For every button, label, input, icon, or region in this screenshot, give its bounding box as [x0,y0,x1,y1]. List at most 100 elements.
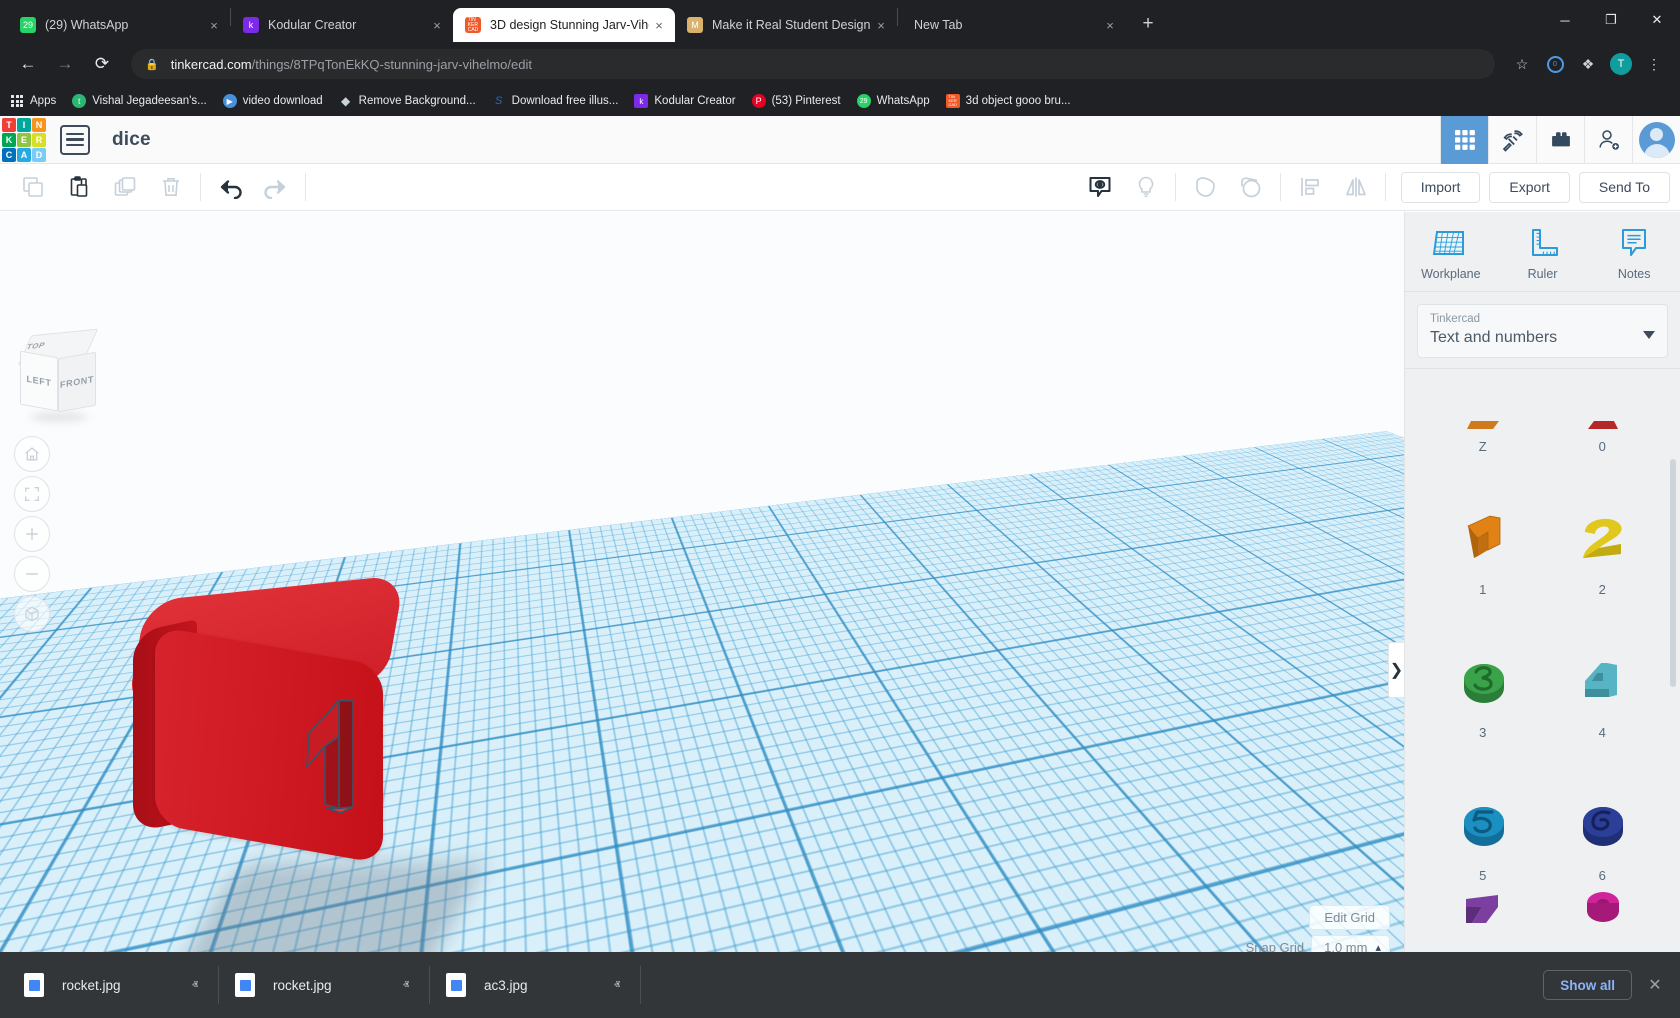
import-button[interactable]: Import [1400,171,1481,203]
maximize-button[interactable]: ❐ [1588,0,1634,40]
reload-icon[interactable]: ⟳ [86,48,118,80]
chevron-down-icon [1643,331,1655,339]
browser-tab[interactable]: k Kodular Creator × [231,8,453,42]
shape-item[interactable]: 0 [1543,369,1663,460]
chevron-up-icon[interactable]: ⱏ [389,978,423,993]
add-person-icon[interactable] [1584,115,1632,164]
panel-scrollbar[interactable] [1670,459,1676,687]
puzzle-extensions-icon[interactable]: ❖ [1574,50,1602,78]
3d-viewport[interactable]: TOP LEFT FRONT ❯ Edit Grid Snap Grid 1.0… [0,212,1404,972]
view-cube[interactable]: TOP LEFT FRONT [14,328,100,422]
close-icon[interactable]: × [427,15,447,35]
ruler-tool[interactable]: Ruler [1497,226,1589,281]
address-bar[interactable]: 🔒 tinkercad.com /things/8TPqTonEkKQ-stun… [131,49,1495,79]
shape-item[interactable]: 6 [1543,746,1663,889]
shape-item[interactable]: 2 [1543,460,1663,603]
export-button[interactable]: Export [1489,171,1570,203]
ungroup-hole-icon[interactable] [1228,164,1274,210]
copy-icon[interactable] [10,164,56,210]
view-cube-front-face[interactable]: FRONT [58,351,96,413]
delete-trash-icon[interactable] [148,164,194,210]
browser-tab[interactable]: M Make it Real Student Design Chal × [675,8,897,42]
minimize-button[interactable]: ─ [1542,0,1588,40]
design-list-icon[interactable] [60,124,90,155]
tinkercad-logo-icon[interactable]: T I N K E R C A D [2,117,46,162]
close-icon[interactable]: × [204,15,224,35]
bookmark-item[interactable]: t Vishal Jegadeesan's... [72,94,207,108]
tinkercad-icon: TIN KER CAD [465,17,481,33]
send-to-button[interactable]: Send To [1578,171,1670,203]
close-window-button[interactable]: ✕ [1634,0,1680,40]
close-icon[interactable]: × [871,15,891,35]
align-icon[interactable] [1287,164,1333,210]
view-cube-front-label: FRONT [60,374,94,390]
shape-library-grid[interactable]: Z 0 1 2 3 4 5 6 [1405,368,1680,972]
bookmark-item[interactable]: ◆ Remove Background... [339,94,476,108]
browser-tab[interactable]: 29 (29) WhatsApp × [8,8,230,42]
notes-tool[interactable]: Notes [1588,226,1680,281]
toolbar-divider [200,173,201,201]
lightbulb-icon[interactable] [1123,164,1169,210]
close-icon[interactable]: ✕ [1638,968,1672,1002]
bookmark-label: video download [242,95,323,107]
avatar[interactable] [1632,115,1680,164]
close-icon[interactable]: × [1100,15,1120,35]
download-filename: ac3.jpg [484,977,528,993]
undo-icon[interactable] [207,164,253,210]
dice-model[interactable] [127,574,421,865]
brick-block-icon[interactable] [1536,115,1584,164]
show-all-downloads-button[interactable]: Show all [1543,970,1632,1000]
shape-item[interactable]: 8 [1543,889,1663,949]
download-item[interactable]: rocket.jpg ⱏ [219,963,429,1007]
logo-tile: R [32,132,46,147]
page-title[interactable]: dice [112,129,151,151]
chevron-up-icon[interactable]: ⱏ [600,978,634,993]
back-icon[interactable]: ← [12,48,44,80]
downloads-bar: rocket.jpg ⱏ rocket.jpg ⱏ ac3.jpg ⱏ Show… [0,952,1680,1018]
codeblocks-pickaxe-icon[interactable] [1488,115,1536,164]
zoom-in-button[interactable] [14,516,50,552]
library-select[interactable]: Tinkercad Text and numbers [1417,304,1668,358]
paste-icon[interactable] [56,164,102,210]
chevron-up-icon[interactable]: ⱏ [178,978,212,993]
bookmark-item[interactable]: ▶ video download [222,94,323,108]
duplicate-icon[interactable] [102,164,148,210]
bookmark-item[interactable]: S Download free illus... [492,94,618,108]
new-tab-button[interactable]: + [1134,10,1162,38]
perspective-toggle-button[interactable] [14,596,50,632]
bookmark-item[interactable]: k Kodular Creator [634,94,736,108]
edit-grid-button[interactable]: Edit Grid [1309,905,1390,930]
forward-icon[interactable]: → [49,48,81,80]
redo-icon[interactable] [253,164,299,210]
zoom-out-button[interactable] [14,556,50,592]
chrome-menu-icon[interactable]: ⋮ [1640,50,1668,78]
panel-collapse-toggle[interactable]: ❯ [1388,642,1404,698]
bookmark-item[interactable]: 29 WhatsApp [856,94,930,108]
shape-item[interactable]: 5 [1423,746,1543,889]
profile-avatar[interactable]: T [1607,50,1635,78]
bookmark-apps[interactable]: Apps [10,94,56,108]
shape-item[interactable]: 4 [1543,603,1663,746]
home-view-button[interactable] [14,436,50,472]
download-item[interactable]: rocket.jpg ⱏ [8,963,218,1007]
browser-tab-active[interactable]: TINKERCAD 3D design Stunning Jarv-Vihelm… [453,8,675,42]
browser-tab[interactable]: New Tab × [898,8,1126,42]
bookmark-label: Vishal Jegadeesan's... [92,95,207,107]
group-shape-icon[interactable] [1182,164,1228,210]
close-icon[interactable]: × [649,15,669,35]
shape-item[interactable]: Z [1423,369,1543,460]
shape-item[interactable]: 3 [1423,603,1543,746]
bookmark-star-icon[interactable]: ☆ [1508,50,1536,78]
fit-to-view-button[interactable] [14,476,50,512]
shape-item[interactable]: 7 [1423,889,1543,949]
bookmark-item[interactable]: P (53) Pinterest [751,94,841,108]
mirror-icon[interactable] [1333,164,1379,210]
bookmark-item[interactable]: TIN KER CAD 3d object gooo bru... [945,94,1071,108]
shape-item[interactable]: 1 [1423,460,1543,603]
download-item[interactable]: ac3.jpg ⱏ [430,963,640,1007]
extension-badge-icon[interactable]: 0 [1541,50,1569,78]
comment-bubble-icon[interactable] [1077,164,1123,210]
view-cube-left-face[interactable]: LEFT [20,350,58,412]
designs-grid-icon[interactable] [1440,115,1488,164]
workplane-tool[interactable]: Workplane [1405,226,1497,281]
